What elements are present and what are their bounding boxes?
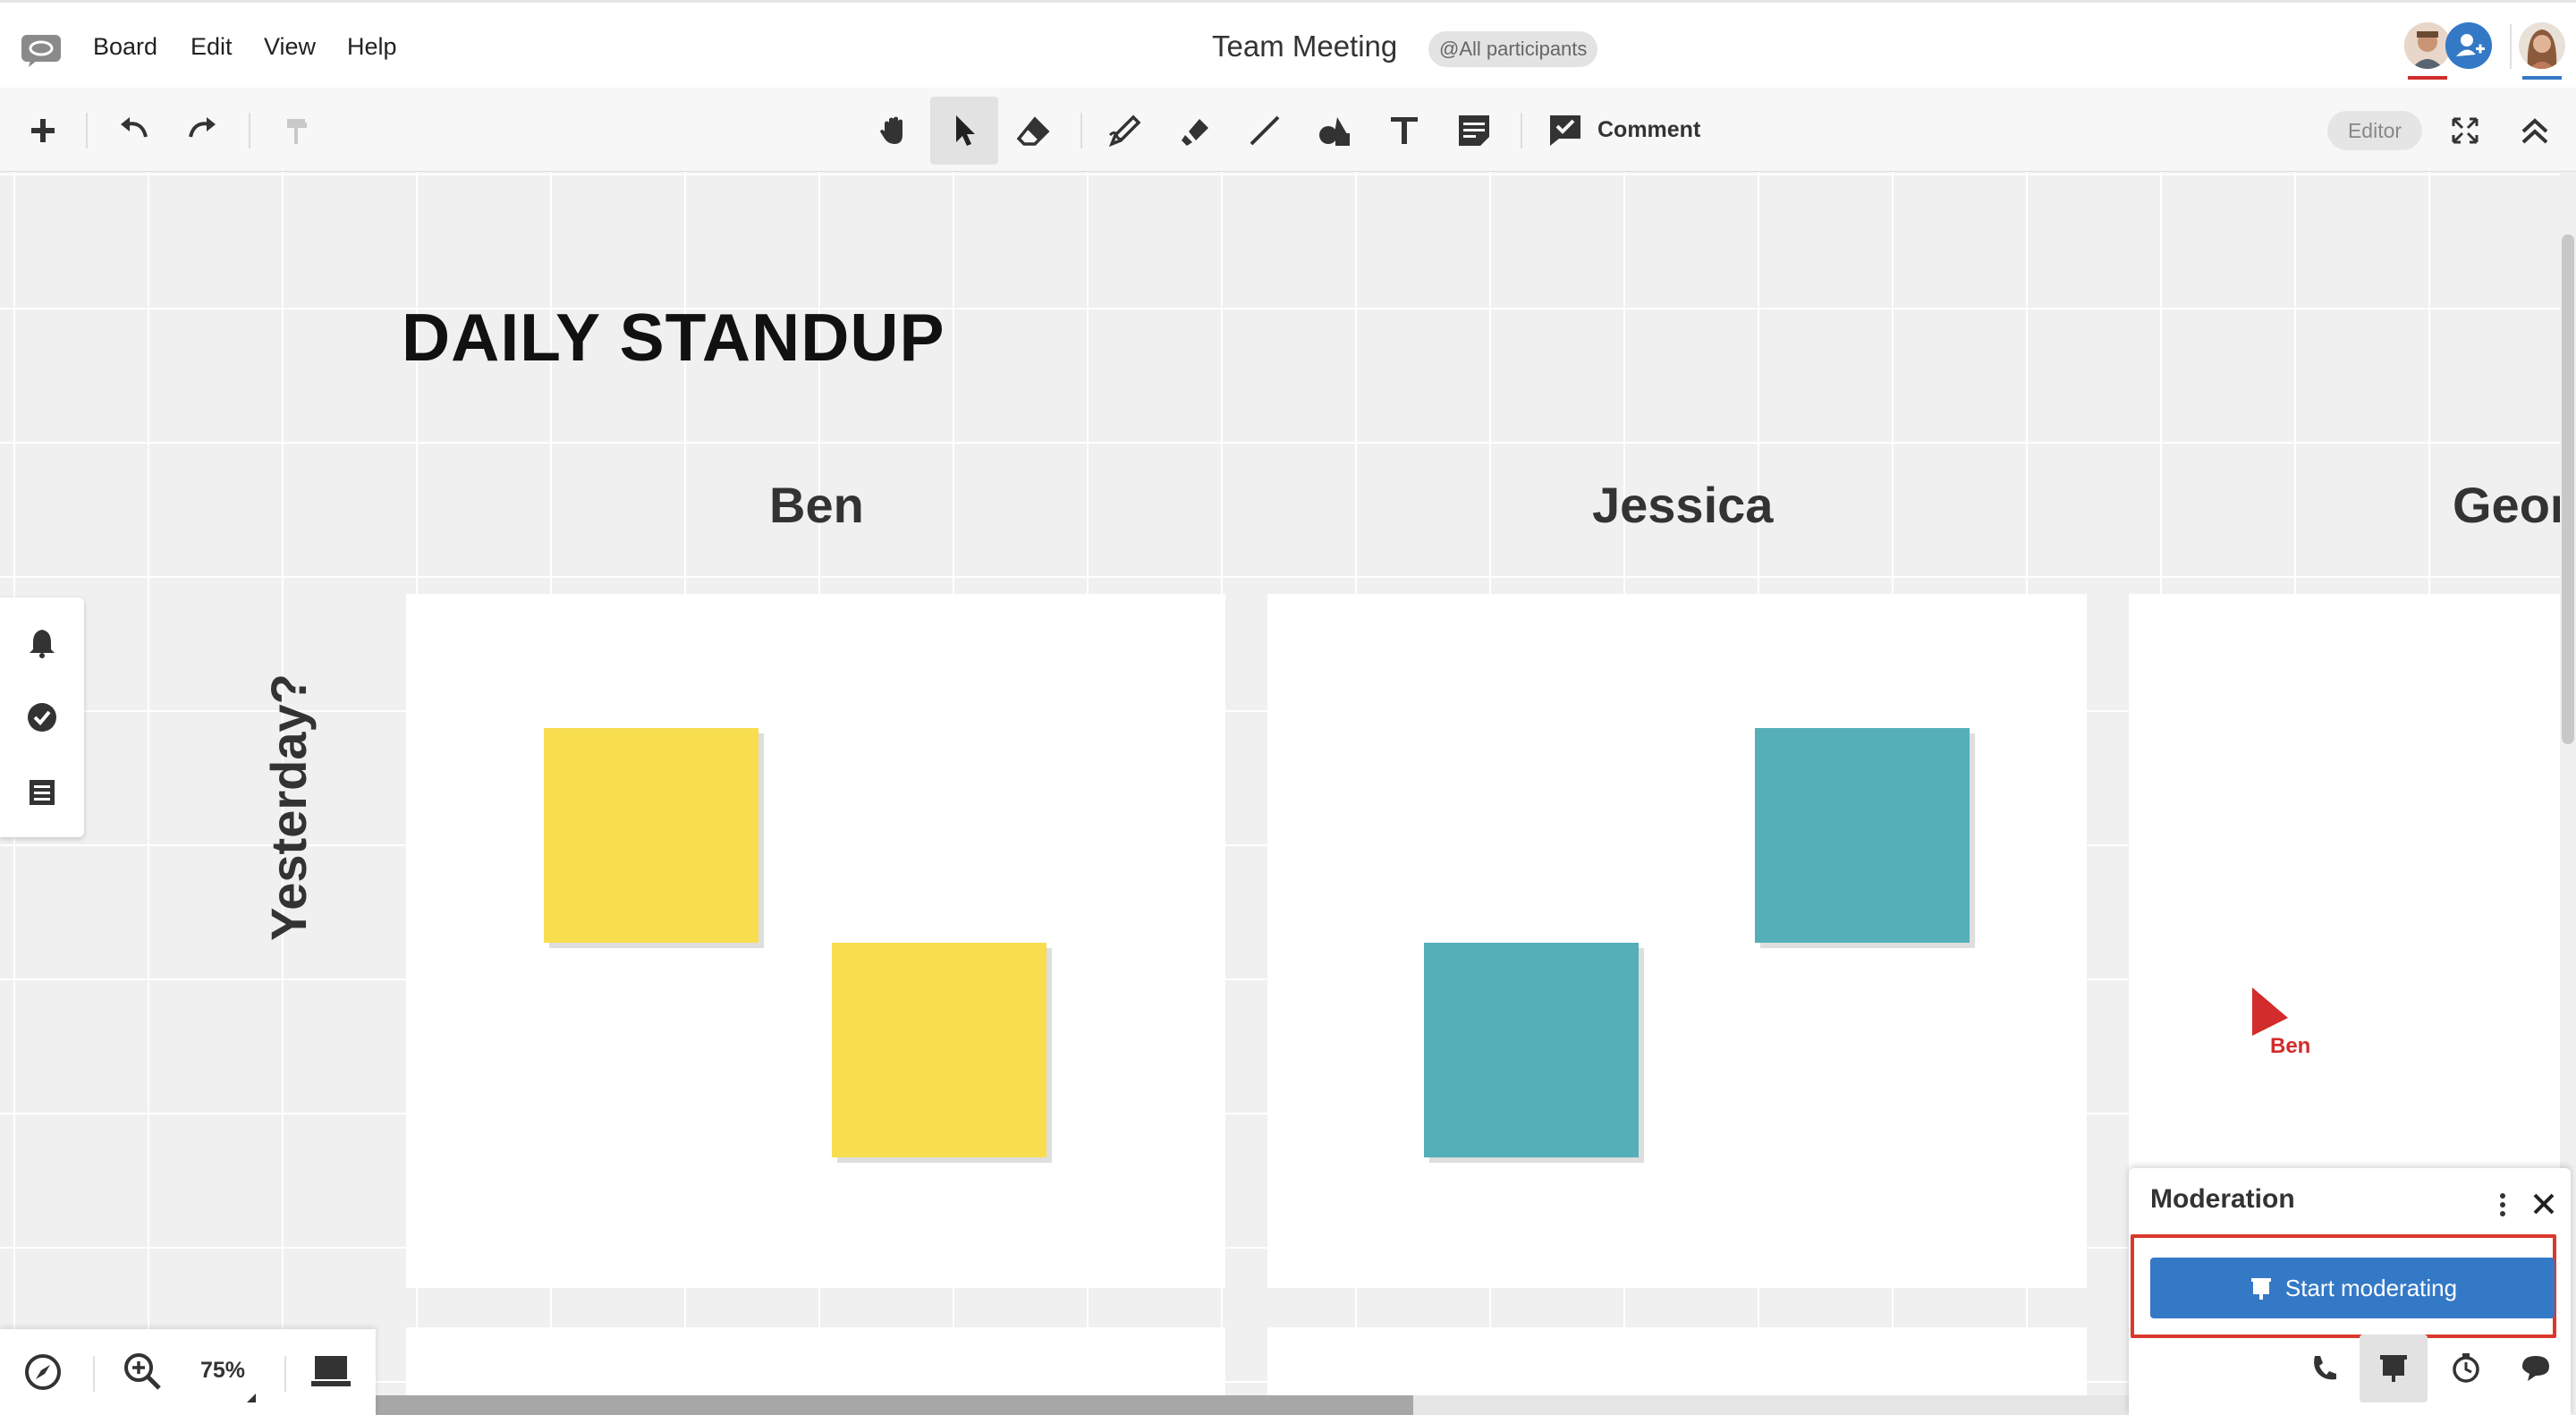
board-frame-ben-row2[interactable]: [406, 1327, 1225, 1397]
horizontal-scrollbar-thumb[interactable]: [376, 1395, 1413, 1415]
remote-cursor-label: Ben: [2270, 1034, 2311, 1058]
toolbar-divider: [1080, 113, 1082, 148]
bar-divider: [93, 1356, 95, 1392]
column-heading-ben[interactable]: Ben: [769, 476, 864, 534]
bell-icon[interactable]: [22, 623, 62, 662]
avatar[interactable]: [2519, 22, 2565, 69]
vertical-scrollbar-thumb[interactable]: [2562, 234, 2574, 744]
toolbar-divider: [86, 113, 88, 148]
shapes-icon[interactable]: [1301, 97, 1368, 165]
comment-icon[interactable]: [1531, 97, 1599, 165]
row-label-yesterday[interactable]: Yesterday?: [259, 637, 318, 941]
compass-icon[interactable]: [23, 1352, 63, 1396]
presentation-icon[interactable]: [2360, 1335, 2428, 1402]
board-title[interactable]: Team Meeting: [1212, 30, 1397, 64]
timer-icon[interactable]: [2445, 1347, 2487, 1388]
sticky-note[interactable]: [544, 728, 758, 943]
line-icon[interactable]: [1231, 97, 1299, 165]
menu-help[interactable]: Help: [347, 33, 397, 61]
avatar-indicator: [2522, 76, 2562, 80]
avatar-divider: [2510, 24, 2512, 69]
board-frame-jessica-row2[interactable]: [1267, 1327, 2087, 1397]
menu-edit[interactable]: Edit: [191, 33, 233, 61]
add-participant-icon[interactable]: [2445, 22, 2492, 69]
zoom-dropdown-icon[interactable]: [247, 1394, 256, 1402]
avatar-indicator: [2408, 76, 2447, 80]
bottom-navigation-bar: [0, 1329, 376, 1415]
presentation-screen-icon[interactable]: [309, 1352, 352, 1396]
phone-icon[interactable]: [2304, 1347, 2345, 1388]
menu-view[interactable]: View: [264, 33, 316, 61]
chat-icon[interactable]: [2515, 1347, 2556, 1388]
list-icon[interactable]: [22, 773, 62, 812]
avatar[interactable]: [2404, 22, 2451, 69]
zoom-in-icon[interactable]: [122, 1351, 163, 1396]
sticky-note[interactable]: [1755, 728, 1970, 943]
bar-divider: [284, 1356, 286, 1392]
participants-badge[interactable]: @All participants: [1428, 31, 1598, 67]
text-icon[interactable]: [1370, 97, 1438, 165]
undo-icon[interactable]: [100, 97, 168, 165]
board-heading[interactable]: DAILY STANDUP: [402, 299, 945, 376]
toolbar-divider: [249, 113, 250, 148]
close-icon[interactable]: [2531, 1191, 2556, 1221]
check-circle-icon[interactable]: [22, 698, 62, 737]
moderation-title: Moderation: [2150, 1184, 2295, 1214]
pen-icon[interactable]: [1091, 97, 1159, 165]
more-options-icon[interactable]: [2497, 1191, 2508, 1223]
zoom-level[interactable]: 75%: [200, 1358, 245, 1384]
column-heading-jessica[interactable]: Jessica: [1592, 476, 1773, 534]
redo-icon[interactable]: [168, 97, 236, 165]
start-moderating-button[interactable]: Start moderating: [2150, 1258, 2555, 1318]
editor-badge[interactable]: Editor: [2327, 111, 2422, 150]
collapse-icon[interactable]: [2501, 97, 2569, 165]
eraser-icon[interactable]: [1000, 97, 1068, 165]
side-panel: [0, 597, 84, 837]
board-frame-ben[interactable]: [406, 594, 1225, 1288]
plus-icon[interactable]: [9, 97, 77, 165]
app-logo-icon[interactable]: [20, 33, 64, 69]
toolbar-divider: [1521, 113, 1522, 148]
comment-label[interactable]: Comment: [1597, 117, 1700, 143]
hand-icon[interactable]: [860, 97, 928, 165]
format-painter-icon[interactable]: [263, 97, 331, 165]
menu-bar: Board Edit View Help Team Meeting @All p…: [0, 0, 2576, 88]
sticky-note-icon[interactable]: [1440, 97, 1508, 165]
column-heading-george[interactable]: Geor: [2453, 476, 2560, 534]
menu-board[interactable]: Board: [93, 33, 157, 61]
highlighter-icon[interactable]: [1161, 97, 1229, 165]
presentation-icon: [2250, 1278, 2271, 1300]
fit-screen-icon[interactable]: [2431, 97, 2499, 165]
sticky-note[interactable]: [832, 943, 1046, 1157]
pointer-icon[interactable]: [930, 97, 998, 165]
toolbar: [0, 88, 2576, 172]
start-moderating-label: Start moderating: [2284, 1274, 2458, 1301]
sticky-note[interactable]: [1424, 943, 1639, 1157]
